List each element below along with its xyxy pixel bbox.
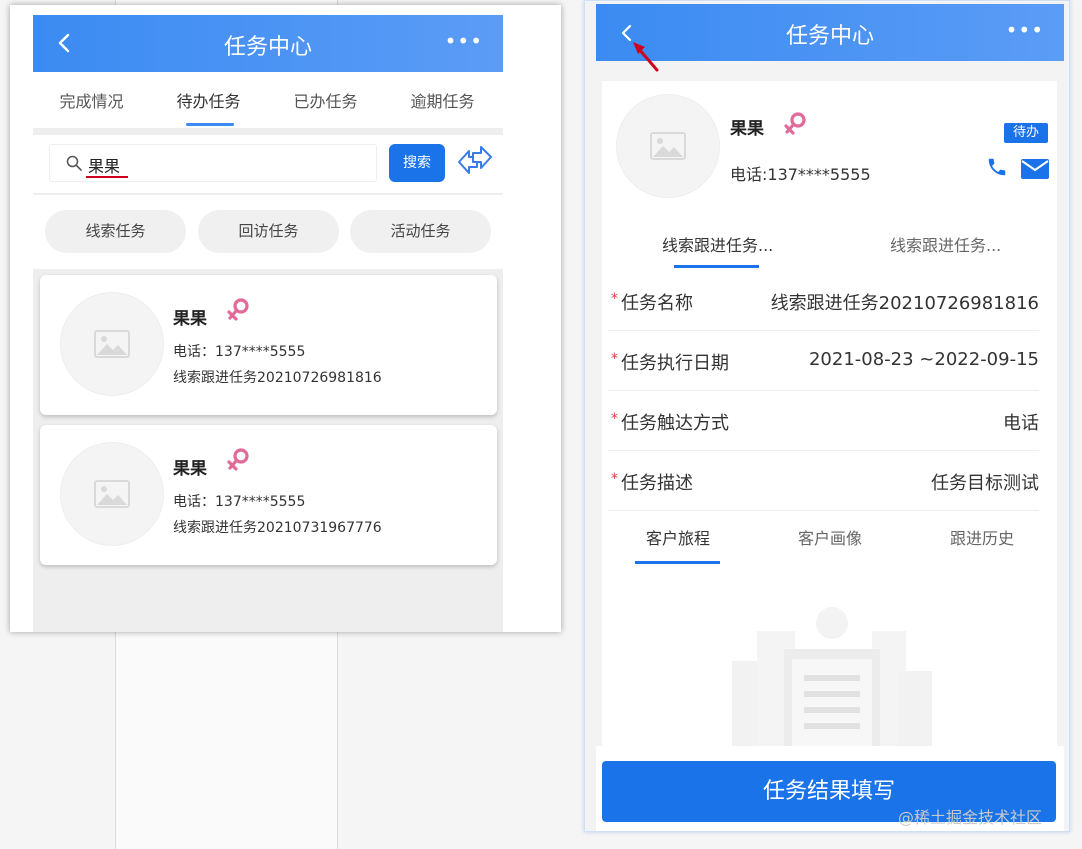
swap-arrows-icon[interactable]	[455, 143, 495, 183]
customer-name: 果果	[730, 119, 764, 139]
female-icon	[784, 112, 806, 135]
mail-icon[interactable]	[1021, 159, 1049, 179]
field-label: 任务名称	[621, 293, 693, 314]
tab-completion[interactable]: 完成情况	[33, 88, 150, 112]
spellcheck-underline	[86, 176, 128, 178]
avatar	[616, 94, 720, 198]
more-options-icon[interactable]: •••	[445, 29, 483, 53]
field-value: 线索跟进任务20210726981816	[770, 293, 1039, 314]
field-value: 电话	[1003, 413, 1039, 434]
watermark: @稀土掘金技术社区	[898, 808, 1043, 827]
field-task-channel: * 任务触达方式 电话	[608, 391, 1039, 451]
task-card[interactable]: 果果 电话：137****5555 线索跟进任务20210726981816	[40, 275, 497, 415]
tab-customer-profile[interactable]: 客户画像	[754, 525, 906, 549]
customer-phone: 电话:137****5555	[730, 165, 871, 184]
phone-icon[interactable]	[986, 156, 1008, 178]
search-input[interactable]: 果果	[49, 144, 377, 182]
required-mark: *	[611, 471, 618, 487]
task-detail-panel: 果果 电话:137****5555 待办 线索跟进任务... 线索跟进任务...…	[602, 81, 1057, 749]
active-tab-indicator	[674, 265, 759, 268]
tab-overdue[interactable]: 逾期任务	[384, 88, 501, 112]
search-icon	[66, 155, 82, 171]
active-tab-indicator	[635, 561, 720, 564]
field-value: 任务目标测试	[931, 473, 1039, 494]
task-list-stage: 任务中心 ••• 完成情况 待办任务 已办任务 逾期任务 果果 搜索 线索任务	[33, 15, 503, 632]
image-placeholder-icon	[94, 480, 130, 508]
female-icon	[227, 298, 249, 321]
female-icon	[227, 448, 249, 471]
tab-done[interactable]: 已办任务	[267, 88, 384, 112]
status-badge: 待办	[1004, 123, 1048, 143]
task-tabs: 完成情况 待办任务 已办任务 逾期任务	[33, 72, 503, 128]
field-task-description: * 任务描述 任务目标测试	[608, 451, 1039, 511]
field-value: 2021-08-23 ~2022-09-15	[808, 349, 1039, 370]
image-placeholder-icon	[94, 330, 130, 358]
customer-detail-tabs: 客户旅程 客户画像 跟进历史	[602, 511, 1057, 567]
tab-pending[interactable]: 待办任务	[150, 88, 267, 112]
empty-state-illustration	[732, 607, 932, 749]
field-task-name: * 任务名称 线索跟进任务20210726981816	[608, 271, 1039, 331]
category-lead-task[interactable]: 线索任务	[45, 210, 186, 253]
task-card[interactable]: 果果 电话：137****5555 线索跟进任务20210731967776	[40, 425, 497, 565]
tab-task-1[interactable]: 线索跟进任务...	[662, 232, 773, 256]
task-detail-screen: 任务中心 ••• 果果 电话:137****5555 待办 线索跟进任务... …	[584, 0, 1070, 832]
field-label: 任务描述	[621, 473, 693, 494]
avatar	[60, 442, 164, 546]
category-activity-task[interactable]: 活动任务	[350, 210, 491, 253]
tab-customer-journey[interactable]: 客户旅程	[602, 525, 754, 549]
category-filters: 线索任务 回访任务 活动任务	[33, 195, 503, 269]
annotation-arrow-icon	[633, 42, 659, 72]
task-id: 线索跟进任务20210731967776	[173, 520, 382, 536]
task-list-screen: 任务中心 ••• 完成情况 待办任务 已办任务 逾期任务 果果 搜索 线索任务	[10, 5, 561, 632]
page-title: 任务中心	[785, 24, 874, 49]
field-label: 任务触达方式	[621, 413, 729, 434]
customer-phone: 电话：137****5555	[173, 344, 306, 360]
app-header: 任务中心 •••	[596, 4, 1064, 61]
avatar	[60, 292, 164, 396]
search-value: 果果	[88, 157, 121, 176]
tab-follow-history[interactable]: 跟进历史	[906, 525, 1058, 549]
active-tab-indicator	[186, 123, 234, 126]
task-selector-tabs: 线索跟进任务... 线索跟进任务...	[602, 221, 1057, 271]
customer-name: 果果	[173, 459, 207, 479]
category-revisit-task[interactable]: 回访任务	[198, 210, 339, 253]
app-header: 任务中心 •••	[33, 15, 503, 72]
more-options-icon[interactable]: •••	[1006, 18, 1044, 42]
field-task-date: * 任务执行日期 2021-08-23 ~2022-09-15	[608, 331, 1039, 391]
task-id: 线索跟进任务20210726981816	[173, 370, 382, 386]
required-mark: *	[611, 291, 618, 307]
field-label: 任务执行日期	[621, 353, 729, 374]
customer-name: 果果	[173, 309, 207, 329]
search-bar: 果果 搜索	[33, 135, 503, 193]
search-button[interactable]: 搜索	[389, 144, 445, 182]
image-placeholder-icon	[650, 132, 686, 160]
page-title: 任务中心	[223, 35, 312, 60]
tab-task-2[interactable]: 线索跟进任务...	[890, 232, 1001, 256]
required-mark: *	[611, 411, 618, 427]
required-mark: *	[611, 351, 618, 367]
customer-phone: 电话：137****5555	[173, 494, 306, 510]
